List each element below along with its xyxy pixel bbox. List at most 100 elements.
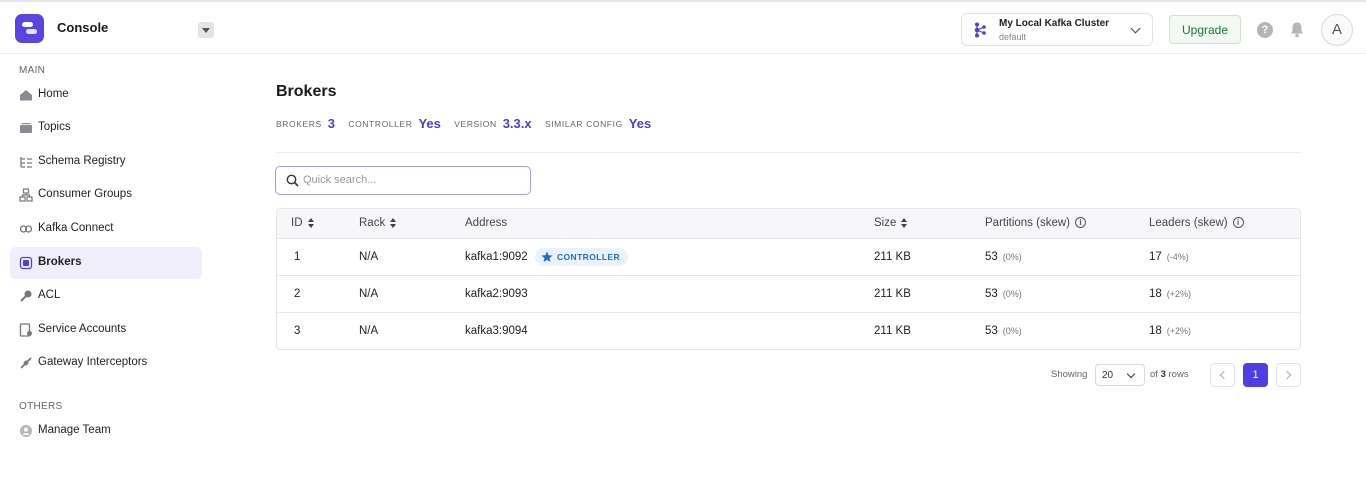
stat-value: 3 <box>327 116 336 132</box>
sort-icon[interactable] <box>307 217 315 228</box>
partitions-value: 53 <box>985 251 998 263</box>
sort-icon[interactable] <box>901 217 908 228</box>
chevron-right-icon <box>1282 370 1292 380</box>
service-accounts-icon <box>19 323 32 337</box>
cell-size: 211 KB <box>874 325 911 337</box>
sidebar-item-acl[interactable]: ACL <box>10 280 202 312</box>
upgrade-button[interactable]: Upgrade <box>1169 15 1241 44</box>
chevron-down-icon <box>1130 23 1141 34</box>
key-icon <box>20 290 32 302</box>
leaders-skew: (+2%) <box>1166 326 1192 336</box>
bell-icon[interactable] <box>1289 21 1305 38</box>
avatar[interactable]: A <box>1321 14 1353 46</box>
leaders-skew: (-4%) <box>1166 252 1189 262</box>
stat-brokers: BROKERS 3 <box>276 116 335 131</box>
stat-value: 3.3.x <box>502 116 532 132</box>
table-row[interactable]: 1 N/A kafka1:9092 CONTROLLER 211 KB 53 (0… <box>277 239 1300 276</box>
column-label: Leaders (skew) <box>1149 217 1228 229</box>
sidebar-item-manage-team[interactable]: Manage Team <box>10 415 202 447</box>
consumer-groups-icon <box>19 188 33 202</box>
help-icon[interactable]: ? <box>1257 22 1273 38</box>
sidebar-section-main: MAIN <box>19 65 46 76</box>
previous-page-button[interactable] <box>1210 363 1235 387</box>
cell-leaders: 18 (+2%) <box>1149 325 1191 337</box>
home-icon <box>20 90 32 101</box>
leaders-value: 17 <box>1149 251 1162 263</box>
stat-similar-config: SIMILAR CONFIG Yes <box>545 116 651 131</box>
search-input[interactable] <box>303 171 523 189</box>
cluster-environment: default <box>999 32 1027 42</box>
sidebar-item-service-accounts[interactable]: Service Accounts <box>10 314 202 346</box>
sidebar-item-schema-registry[interactable]: Schema Registry <box>10 146 202 178</box>
cluster-selector[interactable]: My Local Kafka Cluster default <box>961 13 1153 46</box>
stat-version: VERSION 3.3.x <box>454 116 531 131</box>
page-button-current[interactable]: 1 <box>1243 363 1268 387</box>
schema-registry-icon <box>20 157 32 168</box>
stat-label: VERSION <box>454 118 497 129</box>
cell-address: kafka3:9094 <box>465 325 528 337</box>
sidebar-item-kafka-connect[interactable]: Kafka Connect <box>10 213 202 245</box>
cell-partitions: 53 (0%) <box>985 288 1022 300</box>
console-logo-icon[interactable] <box>15 14 44 43</box>
info-icon[interactable]: i <box>1232 217 1244 229</box>
stat-label: CONTROLLER <box>348 118 413 129</box>
search-box[interactable] <box>275 166 531 195</box>
search-icon <box>286 174 299 187</box>
sidebar-item-brokers[interactable]: Brokers <box>10 247 202 279</box>
of-label: of <box>1150 369 1158 380</box>
page-size-select[interactable]: 20 <box>1095 364 1145 386</box>
sidebar-item-gateway-interceptors[interactable]: Gateway Interceptors <box>10 347 202 379</box>
column-header-partitions: Partitions (skew) i <box>985 217 1086 229</box>
rows-label: rows <box>1168 369 1189 380</box>
column-label: Size <box>874 217 897 229</box>
sidebar-item-topics[interactable]: Topics <box>10 112 202 144</box>
sidebar-item-consumer-groups[interactable]: Consumer Groups <box>10 179 202 211</box>
sidebar-item-label: ACL <box>38 289 61 301</box>
cell-id: 2 <box>294 288 301 300</box>
column-header-leaders: Leaders (skew) i <box>1149 217 1244 229</box>
cluster-name: My Local Kafka Cluster <box>999 18 1110 29</box>
column-header-size[interactable]: Size <box>874 217 908 229</box>
sidebar-item-home[interactable]: Home <box>10 79 202 111</box>
cell-address: kafka2:9093 <box>465 288 528 300</box>
table-row[interactable]: 3 N/A kafka3:9094 211 KB 53 (0%) 18 (+2%) <box>277 313 1300 349</box>
leaders-value: 18 <box>1149 288 1162 300</box>
cell-id: 1 <box>294 251 301 263</box>
column-header-id[interactable]: ID <box>291 217 315 229</box>
stat-value: Yes <box>418 116 441 132</box>
cell-leaders: 18 (+2%) <box>1149 288 1191 300</box>
app-name: Console <box>57 20 109 35</box>
column-header-rack[interactable]: Rack <box>359 217 397 229</box>
table-row[interactable]: 2 N/A kafka2:9093 211 KB 53 (0%) 18 (+2%) <box>277 276 1300 313</box>
partitions-skew: (0%) <box>1002 326 1022 336</box>
sidebar-section-others: OTHERS <box>19 401 63 412</box>
partitions-value: 53 <box>985 288 998 300</box>
sidebar-item-label: Manage Team <box>38 424 111 436</box>
chevron-down-icon <box>1126 369 1136 379</box>
column-label: Address <box>465 217 508 229</box>
stat-label: SIMILAR CONFIG <box>544 118 623 129</box>
cell-leaders: 17 (-4%) <box>1149 251 1189 263</box>
top-bar: Console My Local Kafka Cluster default U… <box>0 0 1366 54</box>
gateway-icon <box>20 357 32 369</box>
cell-rack: N/A <box>359 325 379 337</box>
sort-icon[interactable] <box>390 217 397 228</box>
app-switcher-dropdown-icon[interactable] <box>198 22 214 38</box>
sidebar-item-label: Schema Registry <box>38 155 126 167</box>
brokers-icon <box>19 256 33 270</box>
cell-partitions: 53 (0%) <box>985 251 1022 263</box>
controller-badge: CONTROLLER <box>535 248 629 266</box>
column-label: Rack <box>359 217 386 229</box>
cell-id: 3 <box>294 325 301 337</box>
total-rows: 3 <box>1160 369 1166 380</box>
next-page-button[interactable] <box>1276 363 1301 387</box>
leaders-skew: (+2%) <box>1166 289 1192 299</box>
sidebar-item-label: Topics <box>38 121 71 133</box>
kafka-icon <box>974 22 986 38</box>
sidebar-item-label: Kafka Connect <box>38 222 114 234</box>
divider <box>276 152 1301 153</box>
showing-label: Showing <box>1051 369 1088 380</box>
info-icon[interactable]: i <box>1075 217 1086 229</box>
sidebar-item-label: Brokers <box>38 256 82 268</box>
sidebar-item-label: Consumer Groups <box>38 188 132 200</box>
